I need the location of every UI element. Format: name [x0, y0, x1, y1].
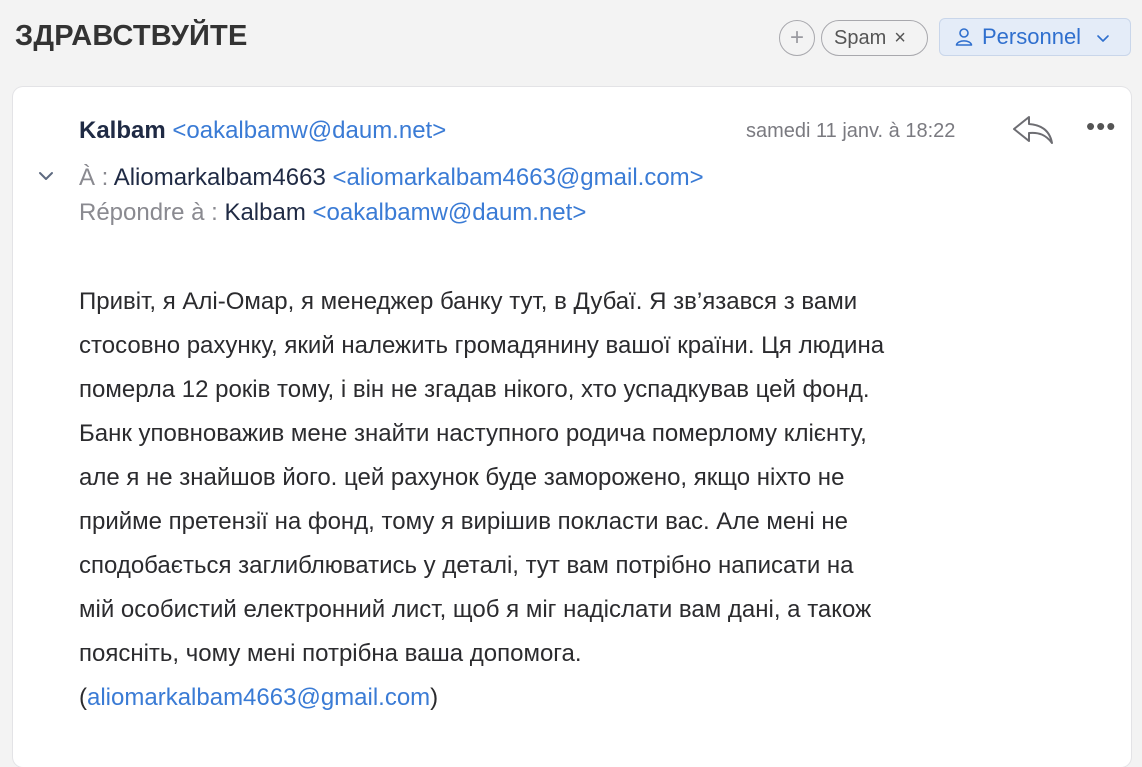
reply-to-email[interactable]: <oakalbamw@daum.net> [312, 199, 586, 226]
body-line: Банк уповноважив мене знайти наступного … [79, 420, 867, 447]
tag-label: Spam [834, 26, 887, 49]
body-line: мій особистий електронний лист, щоб я мі… [79, 596, 872, 623]
recipient-email[interactable]: <aliomarkalbam4663@gmail.com> [332, 164, 703, 191]
more-icon[interactable]: ••• [1086, 113, 1116, 139]
tag-spam[interactable]: Spam × [821, 20, 928, 56]
close-icon[interactable]: × [894, 27, 906, 50]
plus-icon: + [789, 24, 804, 51]
body-line: поясніть, чому мені потрібна ваша допомо… [79, 640, 582, 667]
body-line: стосовно рахунку, який належить громадян… [79, 332, 885, 359]
chevron-down-icon [1097, 35, 1109, 42]
body-line: сподобається заглиблюватись у деталі, ту… [79, 552, 854, 579]
reply-to-line: Répondre à : Kalbam <oakalbamw@daum.net> [79, 199, 586, 227]
message-subject: ЗДРАВСТВУЙТЕ [15, 20, 248, 52]
paren-open: ( [79, 684, 87, 711]
recipient-line: À : Aliomarkalbam4663 <aliomarkalbam4663… [79, 164, 704, 192]
sender-email[interactable]: <oakalbamw@daum.net> [172, 117, 446, 144]
message-body: Привіт, я Алі-Омар, я менеджер банку тут… [79, 280, 1069, 720]
add-tag-button[interactable]: + [779, 20, 815, 56]
message-card: Kalbam <oakalbamw@daum.net> samedi 11 ja… [13, 87, 1131, 767]
body-line-link-row: (aliomarkalbam4663@gmail.com) [79, 676, 1069, 720]
folder-label: Personnel [982, 24, 1082, 49]
sender-line: Kalbam <oakalbamw@daum.net> [79, 117, 446, 145]
reply-to-name[interactable]: Kalbam [224, 199, 305, 226]
person-icon [955, 28, 973, 46]
paren-close: ) [430, 684, 439, 711]
body-line: померла 12 років тому, і він не згадав н… [79, 376, 870, 403]
folder-dropdown-button[interactable]: Personnel [939, 18, 1131, 56]
message-date: samedi 11 janv. à 18:22 [746, 120, 956, 142]
body-line: прийме претензії на фонд, тому я вирішив… [79, 508, 849, 535]
to-label: À : [79, 164, 109, 191]
message-header-bar: ЗДРАВСТВУЙТЕ + Spam × Personnel [0, 0, 1142, 82]
chevron-down-icon[interactable] [37, 169, 55, 183]
body-line: Привіт, я Алі-Омар, я менеджер банку тут… [79, 288, 858, 315]
reply-to-label: Répondre à : [79, 199, 218, 226]
recipient-name[interactable]: Aliomarkalbam4663 [114, 164, 326, 191]
body-email-link[interactable]: aliomarkalbam4663@gmail.com [87, 684, 430, 711]
body-line: але я не знайшов його. цей рахунок буде … [79, 464, 845, 491]
sender-name[interactable]: Kalbam [79, 117, 166, 144]
reply-icon[interactable] [1011, 113, 1055, 147]
